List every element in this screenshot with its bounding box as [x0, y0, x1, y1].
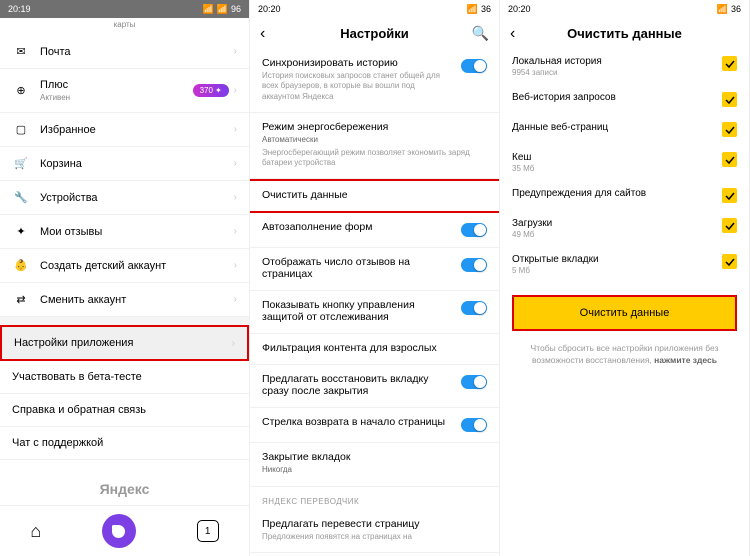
menu-beta[interactable]: Участвовать в бета-тесте: [0, 361, 249, 394]
tabs-button[interactable]: 1: [197, 520, 219, 542]
alice-button[interactable]: [102, 514, 136, 548]
toggle-sync[interactable]: [461, 59, 487, 73]
setting-autofill[interactable]: Автозаполнение форм: [250, 213, 499, 248]
settings-list: Синхронизировать историю История поисков…: [250, 49, 499, 556]
menu-child-account[interactable]: 👶 Создать детский аккаунт ›: [0, 249, 249, 283]
signal-icon: 📶: [217, 4, 228, 15]
checkbox[interactable]: [722, 218, 737, 233]
panel-account: 20:19 📶 📶 96 карты ✉ Почта › ⊕ Плюс Акти…: [0, 0, 250, 556]
mail-icon: ✉: [12, 45, 30, 58]
menu-support-chat[interactable]: Чат с поддержкой: [0, 427, 249, 460]
menu-cart[interactable]: 🛒 Корзина ›: [0, 147, 249, 181]
status-bar: 20:20 📶 36: [250, 0, 499, 18]
setting-translate[interactable]: Предлагать перевести страницу Предложени…: [250, 510, 499, 553]
chevron-right-icon: ›: [234, 226, 237, 237]
back-icon[interactable]: ‹: [260, 25, 265, 43]
panel-settings: 20:20 📶 36 ‹ Настройки 🔍 Синхронизироват…: [250, 0, 500, 556]
chevron-right-icon: ›: [234, 260, 237, 271]
chevron-right-icon: ›: [234, 192, 237, 203]
setting-power-mode[interactable]: Режим энергосбережения Автоматически Эне…: [250, 113, 499, 179]
reset-note[interactable]: Чтобы сбросить все настройки приложения …: [500, 343, 749, 367]
status-icons: 📶 📶 96: [203, 4, 241, 15]
status-time: 20:20: [258, 4, 281, 14]
page-title: Очистить данные: [567, 26, 682, 41]
clear-data-header: ‹ Очистить данные: [500, 18, 749, 49]
status-time: 20:20: [508, 4, 531, 14]
toggle-reviews[interactable]: [461, 258, 487, 272]
checkbox[interactable]: [722, 122, 737, 137]
battery-icon: 96: [231, 4, 241, 14]
setting-clear-data[interactable]: Очистить данные: [250, 179, 499, 213]
wifi-icon: 📶: [203, 4, 214, 15]
checkbox[interactable]: [722, 152, 737, 167]
chevron-right-icon: ›: [234, 294, 237, 305]
menu-help[interactable]: Справка и обратная связь: [0, 394, 249, 427]
setting-scroll-top[interactable]: Стрелка возврата в начало страницы: [250, 408, 499, 443]
search-icon[interactable]: 🔍: [472, 25, 489, 42]
chevron-right-icon: ›: [234, 85, 237, 96]
menu-app-settings[interactable]: Настройки приложения ›: [0, 325, 249, 361]
chevron-right-icon: ›: [232, 338, 235, 349]
battery-icon: 36: [731, 4, 741, 14]
settings-header: ‹ Настройки 🔍: [250, 18, 499, 49]
setting-tracking-protection[interactable]: Показывать кнопку управления защитой от …: [250, 291, 499, 334]
clear-data-list: Локальная история 9954 записи Веб-истори…: [500, 49, 749, 556]
star-icon: ✦: [12, 225, 30, 238]
menu-plus[interactable]: ⊕ Плюс Активен 370✦ ›: [0, 69, 249, 113]
checkbox[interactable]: [722, 188, 737, 203]
clear-web-data[interactable]: Данные веб-страниц: [500, 115, 749, 145]
menu-devices[interactable]: 🔧 Устройства ›: [0, 181, 249, 215]
plus-badge: 370✦: [193, 84, 229, 97]
signal-icon: 📶: [717, 4, 728, 15]
setting-sync-history[interactable]: Синхронизировать историю История поисков…: [250, 49, 499, 113]
chevron-right-icon: ›: [234, 46, 237, 57]
clear-local-history[interactable]: Локальная история 9954 записи: [500, 49, 749, 85]
switch-icon: ⇄: [12, 293, 30, 306]
menu-reviews[interactable]: ✦ Мои отзывы ›: [0, 215, 249, 249]
clear-site-warnings[interactable]: Предупреждения для сайтов: [500, 181, 749, 211]
clear-web-history[interactable]: Веб-история запросов: [500, 85, 749, 115]
status-bar: 20:20 📶 36: [500, 0, 749, 18]
toggle-restore[interactable]: [461, 375, 487, 389]
child-icon: 👶: [12, 259, 30, 272]
battery-icon: 36: [481, 4, 491, 14]
bookmark-icon: ▢: [12, 123, 30, 136]
home-icon[interactable]: ⌂: [30, 521, 41, 542]
status-bar: 20:19 📶 📶 96: [0, 0, 249, 18]
setting-review-count[interactable]: Отображать число отзывов на страницах: [250, 248, 499, 291]
toggle-tracking[interactable]: [461, 301, 487, 315]
clear-open-tabs[interactable]: Открытые вкладки 5 Мб: [500, 247, 749, 283]
section-translator: ЯНДЕКС ПЕРЕВОДЧИК: [250, 487, 499, 510]
setting-restore-tab[interactable]: Предлагать восстановить вкладку сразу по…: [250, 365, 499, 408]
signal-icon: 📶: [467, 4, 478, 15]
clear-downloads[interactable]: Загрузки 49 Мб: [500, 211, 749, 247]
menu-switch-account[interactable]: ⇄ Сменить аккаунт ›: [0, 283, 249, 317]
clear-cache[interactable]: Кеш 35 Мб: [500, 145, 749, 181]
setting-adult-filter[interactable]: Фильтрация контента для взрослых: [250, 334, 499, 365]
status-time: 20:19: [8, 4, 31, 14]
setting-close-tabs[interactable]: Закрытие вкладок Никогда: [250, 443, 499, 486]
status-icons: 📶 36: [717, 4, 741, 15]
wrench-icon: 🔧: [12, 191, 30, 204]
status-icons: 📶 36: [467, 4, 491, 15]
chevron-right-icon: ›: [234, 124, 237, 135]
plus-circle-icon: ⊕: [12, 84, 30, 97]
cart-icon: 🛒: [12, 157, 30, 170]
toggle-autofill[interactable]: [461, 223, 487, 237]
brand-logo: Яндекс: [0, 473, 249, 505]
panel-clear-data: 20:20 📶 36 ‹ Очистить данные Локальная и…: [500, 0, 750, 556]
checkbox[interactable]: [722, 92, 737, 107]
cards-label: карты: [0, 18, 249, 35]
checkbox[interactable]: [722, 254, 737, 269]
chevron-right-icon: ›: [234, 158, 237, 169]
menu-mail[interactable]: ✉ Почта ›: [0, 35, 249, 69]
menu-favorites[interactable]: ▢ Избранное ›: [0, 113, 249, 147]
clear-data-button[interactable]: Очистить данные: [512, 295, 737, 331]
back-icon[interactable]: ‹: [510, 25, 515, 43]
bottom-nav: ⌂ 1: [0, 505, 249, 556]
checkbox[interactable]: [722, 56, 737, 71]
toggle-scrolltop[interactable]: [461, 418, 487, 432]
page-title: Настройки: [340, 26, 409, 41]
account-menu: ✉ Почта › ⊕ Плюс Активен 370✦ › ▢ Избран…: [0, 35, 249, 473]
